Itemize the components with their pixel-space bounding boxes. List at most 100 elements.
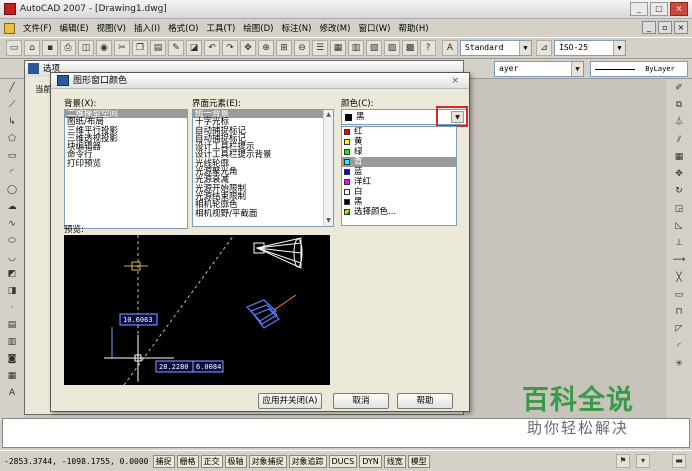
join-icon[interactable]: ⊓ xyxy=(672,306,687,320)
menu-draw[interactable]: 绘图(D) xyxy=(239,22,277,34)
color-options-list[interactable]: 红 黄 绿 青 蓝 洋红 白 黑 选择颜色... xyxy=(341,126,457,226)
communication-center-icon[interactable]: ⚑ xyxy=(616,454,630,468)
apply-close-button[interactable]: 应用并关闭(A) xyxy=(258,393,322,409)
interface-element-list[interactable]: 统一背景 十字光标 自动捕捉标记 自动捕捉标记 设计工具栏提示 设计工具栏提示背… xyxy=(192,109,334,227)
circle-icon[interactable]: ◯ xyxy=(5,184,20,199)
scroll-down-icon[interactable]: ▼ xyxy=(324,216,333,226)
spline-icon[interactable]: ∿ xyxy=(5,218,20,233)
design-center-icon[interactable]: ▦ xyxy=(330,40,346,56)
make-block-icon[interactable]: ◨ xyxy=(5,285,20,300)
new-file-icon[interactable]: ▭ xyxy=(6,40,22,56)
table-icon[interactable]: ▦ xyxy=(5,370,20,385)
grid-toggle[interactable]: 栅格 xyxy=(176,454,199,468)
element-list-scrollbar[interactable]: ▲ ▼ xyxy=(323,110,333,226)
explode-icon[interactable]: ✳ xyxy=(672,358,687,372)
color-option-green[interactable]: 绿 xyxy=(342,147,456,157)
cancel-button[interactable]: 取消 xyxy=(333,393,389,409)
scroll-up-icon[interactable]: ▲ xyxy=(324,110,333,120)
copy-object-icon[interactable]: ⧉ xyxy=(672,99,687,113)
pan-icon[interactable]: ✥ xyxy=(240,40,256,56)
minimize-button[interactable]: _ xyxy=(630,2,648,16)
paste-icon[interactable]: ▤ xyxy=(150,40,166,56)
zoom-previous-icon[interactable]: ⊖ xyxy=(294,40,310,56)
color-option-blue[interactable]: 蓝 xyxy=(342,167,456,177)
insert-block-icon[interactable]: ◩ xyxy=(5,268,20,283)
line-icon[interactable]: ╱ xyxy=(5,82,20,97)
menu-file[interactable]: 文件(F) xyxy=(19,22,56,34)
menu-dimension[interactable]: 标注(N) xyxy=(277,22,315,34)
dyn-toggle[interactable]: DYN xyxy=(359,454,382,468)
menu-edit[interactable]: 编辑(E) xyxy=(56,22,93,34)
doc-minimize-button[interactable]: _ xyxy=(642,21,656,34)
save-icon[interactable]: ▪ xyxy=(42,40,58,56)
color-option-red[interactable]: 红 xyxy=(342,127,456,137)
array-icon[interactable]: ▦ xyxy=(672,151,687,165)
linetype-select[interactable]: ByLayer xyxy=(590,61,688,77)
menu-insert[interactable]: 插入(I) xyxy=(130,22,164,34)
chamfer-icon[interactable]: ◸ xyxy=(672,323,687,337)
revision-cloud-icon[interactable]: ☁ xyxy=(5,201,20,216)
point-icon[interactable]: · xyxy=(5,302,20,317)
gradient-icon[interactable]: ▥ xyxy=(5,336,20,351)
trim-icon[interactable]: ⟂ xyxy=(672,237,687,251)
color-option-yellow[interactable]: 黄 xyxy=(342,137,456,147)
copy-icon[interactable]: ❐ xyxy=(132,40,148,56)
region-icon[interactable]: ◙ xyxy=(5,353,20,368)
close-button[interactable]: × xyxy=(670,2,688,16)
print-preview-icon[interactable]: ◫ xyxy=(78,40,94,56)
ellipse-icon[interactable]: ⬭ xyxy=(5,235,20,250)
arc-icon[interactable]: ◜ xyxy=(5,167,20,182)
model-toggle[interactable]: 模型 xyxy=(407,454,430,468)
help-icon[interactable]: ? xyxy=(420,40,436,56)
context-list[interactable]: 二维模型空间 图纸/布局 三维平行投影 三维透视投影 块编辑器 命令行 打印预览 xyxy=(64,109,188,229)
undo-icon[interactable]: ↶ xyxy=(204,40,220,56)
clean-screen-icon[interactable]: ▬ xyxy=(672,454,686,468)
polar-toggle[interactable]: 极轴 xyxy=(224,454,247,468)
break-icon[interactable]: ▭ xyxy=(672,289,687,303)
multiline-text-icon[interactable]: A xyxy=(5,387,20,402)
print-icon[interactable]: ⎙ xyxy=(60,40,76,56)
menu-window[interactable]: 窗口(W) xyxy=(354,22,394,34)
polygon-icon[interactable]: ⬠ xyxy=(5,133,20,148)
properties-icon[interactable]: ☰ xyxy=(312,40,328,56)
ortho-toggle[interactable]: 正交 xyxy=(200,454,223,468)
open-file-icon[interactable]: ⌂ xyxy=(24,40,40,56)
toolbar-lock-icon[interactable]: ▾ xyxy=(636,454,650,468)
color-option-cyan[interactable]: 青 xyxy=(342,157,456,167)
color-option-magenta[interactable]: 洋红 xyxy=(342,177,456,187)
element-item[interactable]: 相机视野/平截面 xyxy=(193,209,333,218)
otrack-toggle[interactable]: 对象追踪 xyxy=(288,454,327,468)
doc-close-button[interactable]: × xyxy=(674,21,688,34)
fillet-icon[interactable]: ◜ xyxy=(672,341,687,355)
dim-style-select[interactable]: ISO-25 ▼ xyxy=(554,40,626,56)
scale-icon[interactable]: ◲ xyxy=(672,203,687,217)
color-option-select-color[interactable]: 选择颜色... xyxy=(342,207,456,217)
lineweight-toggle[interactable]: 线宽 xyxy=(383,454,406,468)
menu-format[interactable]: 格式(O) xyxy=(164,22,202,34)
maximize-button[interactable]: □ xyxy=(650,2,668,16)
polyline-icon[interactable]: ↳ xyxy=(5,116,20,131)
context-item-plot-preview[interactable]: 打印预览 xyxy=(65,159,187,168)
ellipse-arc-icon[interactable]: ◡ xyxy=(5,252,20,267)
hatch-icon[interactable]: ▤ xyxy=(5,319,20,334)
mirror-icon[interactable]: ⏃ xyxy=(672,116,687,130)
menu-help[interactable]: 帮助(H) xyxy=(395,22,433,34)
ducs-toggle[interactable]: DUCS xyxy=(328,454,358,468)
publish-icon[interactable]: ◉ xyxy=(96,40,112,56)
calculator-icon[interactable]: ▩ xyxy=(402,40,418,56)
layer-select[interactable]: ayer ▼ xyxy=(494,61,584,77)
tool-palettes-icon[interactable]: ▥ xyxy=(348,40,364,56)
zoom-realtime-icon[interactable]: ⊕ xyxy=(258,40,274,56)
help-button[interactable]: 帮助 xyxy=(397,393,453,409)
markup-icon[interactable]: ▨ xyxy=(384,40,400,56)
construction-line-icon[interactable]: ⟋ xyxy=(5,99,20,114)
match-properties-icon[interactable]: ✎ xyxy=(168,40,184,56)
block-editor-icon[interactable]: ◪ xyxy=(186,40,202,56)
sheet-set-icon[interactable]: ▧ xyxy=(366,40,382,56)
break-at-point-icon[interactable]: ╳ xyxy=(672,272,687,286)
close-icon[interactable]: × xyxy=(451,73,459,89)
menu-view[interactable]: 视图(V) xyxy=(93,22,130,34)
color-option-black[interactable]: 黑 xyxy=(342,197,456,207)
erase-icon[interactable]: ✐ xyxy=(672,82,687,96)
menu-modify[interactable]: 修改(M) xyxy=(315,22,354,34)
